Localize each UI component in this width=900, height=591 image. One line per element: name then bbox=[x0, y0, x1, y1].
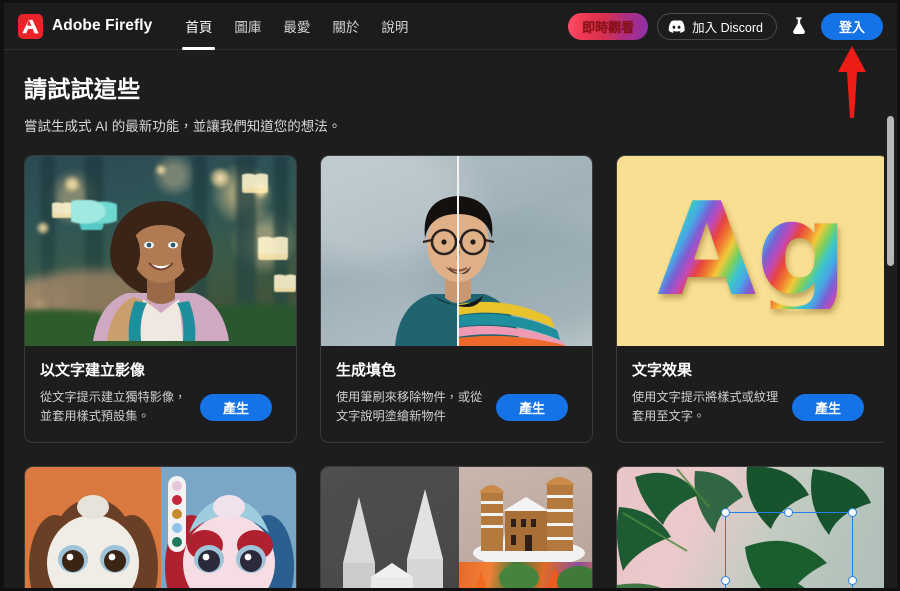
generate-button[interactable]: 產生 bbox=[792, 394, 864, 421]
feature-card-grid-row2: ⟶ bbox=[24, 465, 889, 588]
card-description: 使用筆刷來移除物件，或從文字說明塗繪新物件 bbox=[336, 390, 483, 423]
card-media-castle-3d: ⟶ bbox=[321, 466, 592, 588]
resize-handle-top-left[interactable] bbox=[721, 508, 731, 518]
swatch-1[interactable] bbox=[171, 494, 182, 505]
browser-window: Adobe Firefly 首頁 圖庫 最愛 關於 說明 即時觀看 加入 Dis… bbox=[0, 0, 900, 591]
adobe-a-logo-icon bbox=[18, 13, 43, 39]
page-subtitle: 嘗試生成式 AI 的最新功能，並讓我們知道您的想法。 bbox=[24, 119, 342, 134]
resize-handle-middle-left[interactable] bbox=[721, 575, 731, 585]
colour-swatch-picker[interactable] bbox=[167, 475, 186, 552]
card-generative-fill[interactable]: 生成填色 使用筆刷來移除物件，或從文字說明塗繪新物件 產生 bbox=[320, 155, 593, 443]
generate-button[interactable]: 產生 bbox=[496, 394, 568, 421]
card-media-rainbow-ag: Ag bbox=[617, 156, 888, 346]
login-button[interactable]: 登入 bbox=[820, 12, 883, 40]
swatch-2[interactable] bbox=[171, 508, 182, 519]
card-description: 從文字提示建立獨特影像，並套用樣式預設集。 bbox=[40, 390, 187, 423]
card-text-effects[interactable]: Ag 文字效果 使用文字提示將樣式或紋理套用至文字。 產生 bbox=[616, 155, 889, 443]
card-title: 以文字建立影像 bbox=[40, 362, 146, 379]
main-nav: 首頁 圖庫 最愛 關於 說明 bbox=[174, 3, 419, 50]
generate-button[interactable]: 產生 bbox=[200, 394, 272, 421]
card-text-to-image[interactable]: 以文字建立影像 從文字提示建立獨特影像，並套用樣式預設集。 產生 bbox=[24, 155, 297, 443]
swatch-0[interactable] bbox=[171, 480, 182, 491]
swatch-3[interactable] bbox=[171, 522, 182, 533]
scrollbar-thumb[interactable] bbox=[887, 116, 894, 266]
3d-castle-model: ⟶ bbox=[321, 466, 460, 588]
card-media-monstera-leaves: 站長工具 https://www.imagemore.net/ bbox=[617, 466, 888, 588]
nav-item-gallery[interactable]: 圖庫 bbox=[223, 3, 272, 50]
selection-bounding-box[interactable] bbox=[721, 508, 857, 588]
page-title: 請試試這些 bbox=[24, 76, 141, 102]
brand-logo-group[interactable]: Adobe Firefly bbox=[18, 13, 153, 39]
glowing-butterfly-icon bbox=[241, 173, 268, 194]
render-gingerbread bbox=[459, 466, 592, 562]
nav-item-about[interactable]: 關於 bbox=[321, 3, 370, 50]
nav-item-help[interactable]: 說明 bbox=[370, 3, 419, 50]
card-generative-recolour-leaves[interactable]: 站長工具 https://www.imagemore.net/ bbox=[616, 465, 889, 588]
brand-name: Adobe Firefly bbox=[52, 17, 153, 34]
render-painted bbox=[459, 561, 592, 588]
app-header: Adobe Firefly 首頁 圖庫 最愛 關於 說明 即時觀看 加入 Dis… bbox=[4, 3, 897, 50]
card-3d-to-image[interactable]: ⟶ bbox=[320, 465, 593, 588]
feature-card-grid-row1: 以文字建立影像 從文字提示建立獨特影像，並套用樣式預設集。 產生 生成填色 使用… bbox=[24, 155, 889, 443]
join-discord-label: 加入 Discord bbox=[692, 20, 763, 35]
flask-icon[interactable] bbox=[786, 13, 812, 39]
card-title: 文字效果 bbox=[632, 362, 693, 379]
card-body: 以文字建立影像 從文字提示建立獨特影像，並套用樣式預設集。 產生 bbox=[25, 346, 296, 442]
card-body: 生成填色 使用筆刷來移除物件，或從文字說明塗繪新物件 產生 bbox=[321, 346, 592, 442]
swatch-4[interactable] bbox=[171, 536, 182, 547]
glowing-butterfly-icon bbox=[52, 201, 73, 218]
card-description: 使用文字提示將樣式或紋理套用至文字。 bbox=[632, 390, 779, 423]
main-content: 請試試這些 嘗試生成式 AI 的最新功能，並讓我們知道您的想法。 以文字建立影像… bbox=[4, 50, 897, 588]
card-body: 文字效果 使用文字提示將樣式或紋理套用至文字。 產生 bbox=[617, 346, 888, 442]
header-actions: 即時觀看 加入 Discord 登入 bbox=[568, 12, 889, 40]
nav-item-favorites[interactable]: 最愛 bbox=[272, 3, 321, 50]
nav-item-home[interactable]: 首頁 bbox=[174, 3, 223, 50]
resize-handle-top-center[interactable] bbox=[784, 508, 794, 518]
render-variations bbox=[459, 466, 592, 588]
dog-recoloured bbox=[160, 466, 296, 588]
resize-handle-middle-right[interactable] bbox=[847, 575, 857, 585]
card-title: 生成填色 bbox=[336, 362, 397, 379]
live-watch-button[interactable]: 即時觀看 bbox=[568, 12, 649, 40]
glowing-butterfly-icon bbox=[258, 235, 289, 260]
scrollbar-track[interactable] bbox=[884, 98, 897, 588]
discord-logo-icon bbox=[668, 19, 685, 33]
teal-butterfly-icon bbox=[71, 199, 118, 230]
text-effect-glyphs: Ag bbox=[657, 176, 848, 326]
card-media-man-split bbox=[321, 156, 592, 346]
card-recolour-vectors[interactable] bbox=[24, 465, 297, 588]
before-after-divider bbox=[456, 156, 459, 346]
card-media-dogs-recolour bbox=[25, 466, 296, 588]
join-discord-button[interactable]: 加入 Discord bbox=[657, 12, 777, 40]
transform-arrow-icon: ⟶ bbox=[431, 583, 455, 588]
dog-original bbox=[25, 466, 161, 588]
card-media-girl-butterflies bbox=[25, 156, 296, 346]
